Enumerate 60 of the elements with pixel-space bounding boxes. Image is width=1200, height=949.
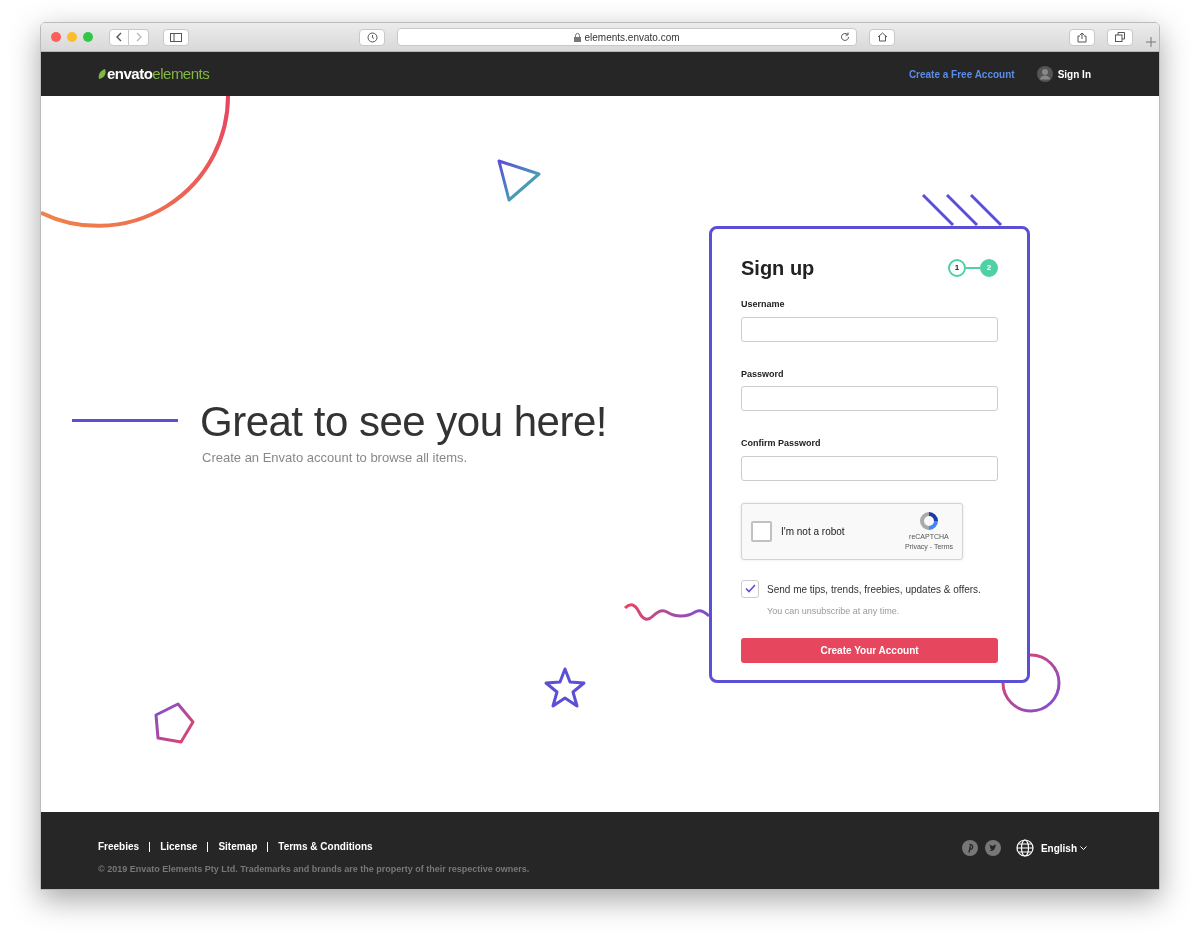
maximize-icon[interactable] (83, 32, 93, 42)
tabs-button[interactable] (1107, 28, 1133, 46)
field-label: Confirm Password (741, 437, 822, 450)
logo-text[interactable]: elements (152, 62, 210, 86)
star-drawing (543, 666, 587, 710)
share-icon (1077, 31, 1087, 43)
field-label: Password (741, 367, 785, 381)
sidebar-icon (170, 32, 182, 42)
captcha-checkbox[interactable] (751, 520, 772, 542)
twitter-icon[interactable] (984, 840, 1001, 856)
tabs-icon (1115, 32, 1125, 42)
hero-title: Great to see you here! (200, 399, 607, 445)
user-avatar-icon (1036, 66, 1053, 82)
footer-link[interactable]: Sitemap (218, 839, 258, 854)
copyright-text: © 2019 Envato Elements Pty Ltd. Trademarks and brands are the property of their respective owners. (98, 863, 530, 876)
captcha-label: I'm not a robot (781, 524, 845, 539)
newsletter-checkbox[interactable] (741, 579, 759, 598)
input-field[interactable] (741, 316, 998, 342)
clock-icon (366, 31, 378, 43)
history-button[interactable] (359, 28, 385, 46)
close-icon[interactable] (51, 32, 61, 42)
home-icon (876, 32, 888, 42)
url-text: elements.envato.com (584, 30, 680, 45)
back-button[interactable] (109, 28, 129, 46)
address-bar[interactable]: elements.envato.com (397, 28, 857, 46)
step-connector (966, 267, 980, 269)
unsubscribe-note: You can unsubscribe at any time. (767, 604, 901, 618)
form-title: Sign up (741, 256, 815, 281)
pentagon-drawing (152, 701, 196, 745)
reload-icon[interactable] (840, 32, 850, 42)
field-label: Username (741, 298, 786, 311)
language-selector[interactable]: English (1040, 840, 1087, 856)
chevron-down-icon (1080, 845, 1087, 851)
minimize-icon[interactable] (67, 32, 77, 42)
create-account-link[interactable]: Create a Free Account (908, 66, 1015, 82)
logo-text[interactable]: envato (107, 62, 153, 86)
chevron-left-icon (115, 32, 123, 42)
chevron-right-icon (134, 32, 143, 42)
footer-link[interactable]: Freebies (98, 839, 140, 854)
leaf-icon (98, 68, 107, 80)
new-tab-icon[interactable] (1146, 37, 1156, 47)
hero-subtitle: Create an Envato account to browse all items. (202, 449, 469, 467)
triangle-drawing (496, 158, 542, 204)
create-account-button[interactable]: Create Your Account (741, 638, 998, 663)
step-indicator: 1 (948, 259, 966, 277)
globe-icon (1015, 839, 1034, 857)
input-field[interactable] (741, 386, 998, 411)
pinterest-icon[interactable] (961, 840, 978, 856)
home-button[interactable] (869, 28, 895, 46)
footer-link[interactable]: License (160, 839, 198, 854)
sidebar-button[interactable] (163, 28, 189, 46)
checkmark-icon (744, 584, 756, 593)
share-button[interactable] (1069, 28, 1095, 46)
recaptcha-logo-icon (917, 509, 940, 532)
sign-in-link[interactable]: Sign In (1057, 66, 1091, 82)
footer-link[interactable]: Terms & Conditions (278, 839, 373, 854)
step-indicator: 2 (980, 259, 998, 277)
input-field[interactable] (741, 455, 998, 481)
newsletter-label: Send me tips, trends, freebies, updates & offers. (767, 582, 981, 597)
lock-icon (574, 32, 582, 42)
